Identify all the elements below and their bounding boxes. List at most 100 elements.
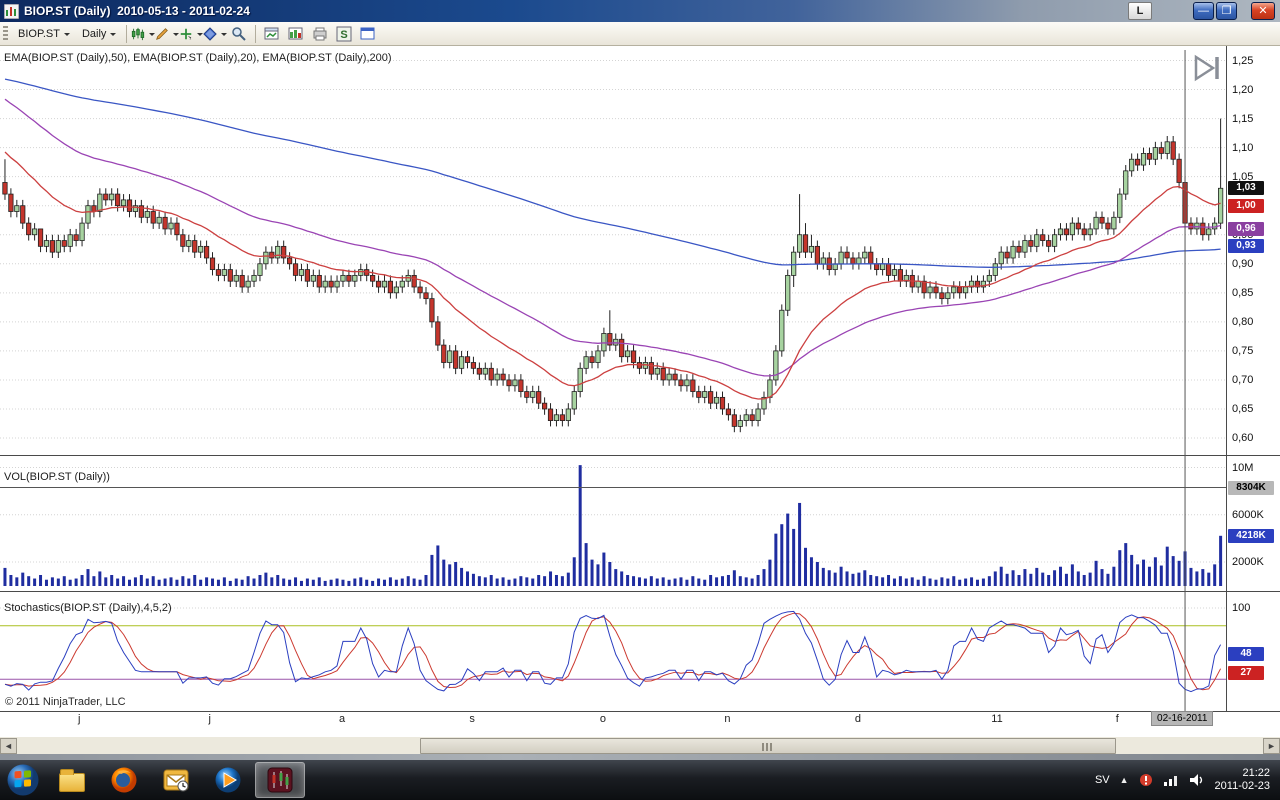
price-axis-tick: 0,60 <box>1232 432 1254 445</box>
stoch-axis-tick: 100 <box>1232 602 1251 614</box>
volume-panel-indicator-label: VOL(BIOP.ST (Daily)) <box>4 471 110 483</box>
instrument-dropdown[interactable]: BIOP.ST <box>12 25 76 43</box>
stoch-value-box: 27 <box>1228 665 1264 680</box>
clock-date: 2011-02-23 <box>1214 780 1270 792</box>
panel-layout-button[interactable] <box>284 24 308 44</box>
tray-expand-icon[interactable]: ▲ <box>1120 775 1129 785</box>
price-value-box: 0,93 <box>1228 239 1264 254</box>
folder-icon <box>59 768 85 792</box>
window-titlebar[interactable]: BIOP.ST (Daily) 2010-05-13 - 2011-02-24 … <box>0 0 1280 22</box>
start-button[interactable] <box>0 760 46 800</box>
price-axis-tick: 1,15 <box>1232 112 1254 125</box>
horizontal-scrollbar[interactable]: ◄ ► <box>0 736 1280 754</box>
price-value-box: 0,96 <box>1228 221 1264 236</box>
volume-icon[interactable] <box>1189 773 1205 787</box>
crosshair-date-box: 02-16-2011 <box>1151 711 1214 726</box>
close-button[interactable]: ✕ <box>1251 2 1275 20</box>
data-box-button[interactable] <box>260 24 284 44</box>
link-button[interactable]: L <box>1128 2 1152 20</box>
taskbar-item-outlook[interactable] <box>151 762 201 798</box>
volume-axis-tick: 10M <box>1232 461 1254 474</box>
taskbar: SV ▲ 21:22 2011-02-23 <box>0 760 1280 800</box>
update-notification-icon[interactable] <box>1139 773 1153 787</box>
snapshot-button[interactable]: S <box>332 24 356 44</box>
compass-icon <box>203 26 218 41</box>
clock-time: 21:22 <box>1242 767 1270 779</box>
toolbar-separator <box>126 24 128 43</box>
price-axis-tick: 0,90 <box>1232 257 1254 270</box>
price-axis-tick: 0,75 <box>1232 344 1254 357</box>
time-axis-label: 11 <box>991 713 1003 725</box>
taskbar-item-media-player[interactable] <box>203 762 253 798</box>
chart-trader-icon <box>360 27 375 39</box>
snapshot-icon: S <box>336 26 352 41</box>
crosshair <box>0 50 1226 711</box>
maximize-button[interactable]: ❐ <box>1216 2 1237 20</box>
print-button[interactable] <box>308 24 332 44</box>
chevron-down-icon <box>63 32 70 39</box>
language-indicator[interactable]: SV <box>1095 774 1110 786</box>
volume-series <box>3 465 1223 586</box>
price-value-box: 1,00 <box>1228 198 1264 213</box>
taskbar-item-ninjatrader[interactable] <box>255 762 305 798</box>
crosshair-plus-icon <box>181 28 192 39</box>
chart-trader-button[interactable] <box>356 24 380 44</box>
time-axis-label: a <box>338 713 346 725</box>
price-axis-tick: 0,80 <box>1232 315 1254 328</box>
chart-canvas[interactable] <box>0 46 1280 736</box>
printer-icon <box>313 27 327 40</box>
zoom-button[interactable] <box>227 24 251 44</box>
navigate-button[interactable] <box>203 24 228 44</box>
cursor-tool-button[interactable] <box>179 24 204 44</box>
clock[interactable]: 21:22 2011-02-23 <box>1215 767 1270 793</box>
system-tray: SV ▲ 21:22 2011-02-23 <box>1095 767 1280 793</box>
panel-grid-icon <box>288 27 303 39</box>
price-axis-tick: 0,65 <box>1232 402 1254 415</box>
stochastics-panel-indicator-label: Stochastics(BIOP.ST (Daily),4,5,2) <box>4 602 172 614</box>
interval-label: Daily <box>81 27 107 40</box>
panel-separators <box>0 46 1280 712</box>
price-axis-tick: 1,20 <box>1232 83 1254 96</box>
price-axis-tick: 1,10 <box>1232 141 1254 154</box>
chevron-down-icon <box>110 32 117 39</box>
outlook-icon <box>163 769 189 792</box>
time-axis-label: d <box>854 713 861 725</box>
gridlines <box>0 60 1226 609</box>
minimize-button[interactable]: — <box>1193 2 1214 20</box>
instrument-label: BIOP.ST <box>18 27 60 40</box>
data-box-icon <box>264 27 279 39</box>
go-to-end-marker-icon[interactable] <box>1190 54 1224 82</box>
app-icon <box>4 3 19 19</box>
scroll-right-button[interactable]: ► <box>1263 738 1280 754</box>
taskbar-item-firefox[interactable] <box>99 762 149 798</box>
price-axis-tick: 1,25 <box>1232 54 1254 67</box>
magnifier-icon <box>232 26 247 41</box>
scrollbar-thumb[interactable] <box>420 738 1116 754</box>
taskbar-item-explorer[interactable] <box>47 762 97 798</box>
volume-axis-tick: 2000K <box>1232 556 1264 568</box>
chart-toolbar: BIOP.ST Daily S <box>0 22 1280 46</box>
price-panel-indicator-label: EMA(BIOP.ST (Daily),50), EMA(BIOP.ST (Da… <box>4 52 392 64</box>
stoch-value-box: 48 <box>1228 647 1264 662</box>
windows-logo-icon <box>7 764 39 796</box>
scroll-left-button[interactable]: ◄ <box>0 738 17 754</box>
scrollbar-grip <box>762 743 774 751</box>
network-icon[interactable] <box>1163 773 1179 787</box>
time-axis-label: f <box>1115 713 1119 725</box>
chart-style-button[interactable] <box>131 24 156 44</box>
volume-axis-tick: 6000K <box>1232 508 1264 521</box>
time-axis-label: n <box>724 713 731 725</box>
pencil-icon <box>156 27 169 40</box>
price-axis-tick: 0,85 <box>1232 286 1254 299</box>
svg-text:S: S <box>341 29 348 41</box>
price-value-box: 1,03 <box>1228 181 1264 196</box>
price-axis-tick: 0,70 <box>1232 373 1254 386</box>
time-axis-label: o <box>599 713 607 725</box>
candlestick-series <box>2 118 1224 433</box>
media-player-icon <box>215 767 241 793</box>
toolbar-grip[interactable] <box>3 25 8 42</box>
time-axis-label: j <box>208 713 211 725</box>
chart-window: EMA(BIOP.ST (Daily),50), EMA(BIOP.ST (Da… <box>0 46 1280 736</box>
interval-dropdown[interactable]: Daily <box>76 25 122 43</box>
drawing-tools-button[interactable] <box>155 24 180 44</box>
